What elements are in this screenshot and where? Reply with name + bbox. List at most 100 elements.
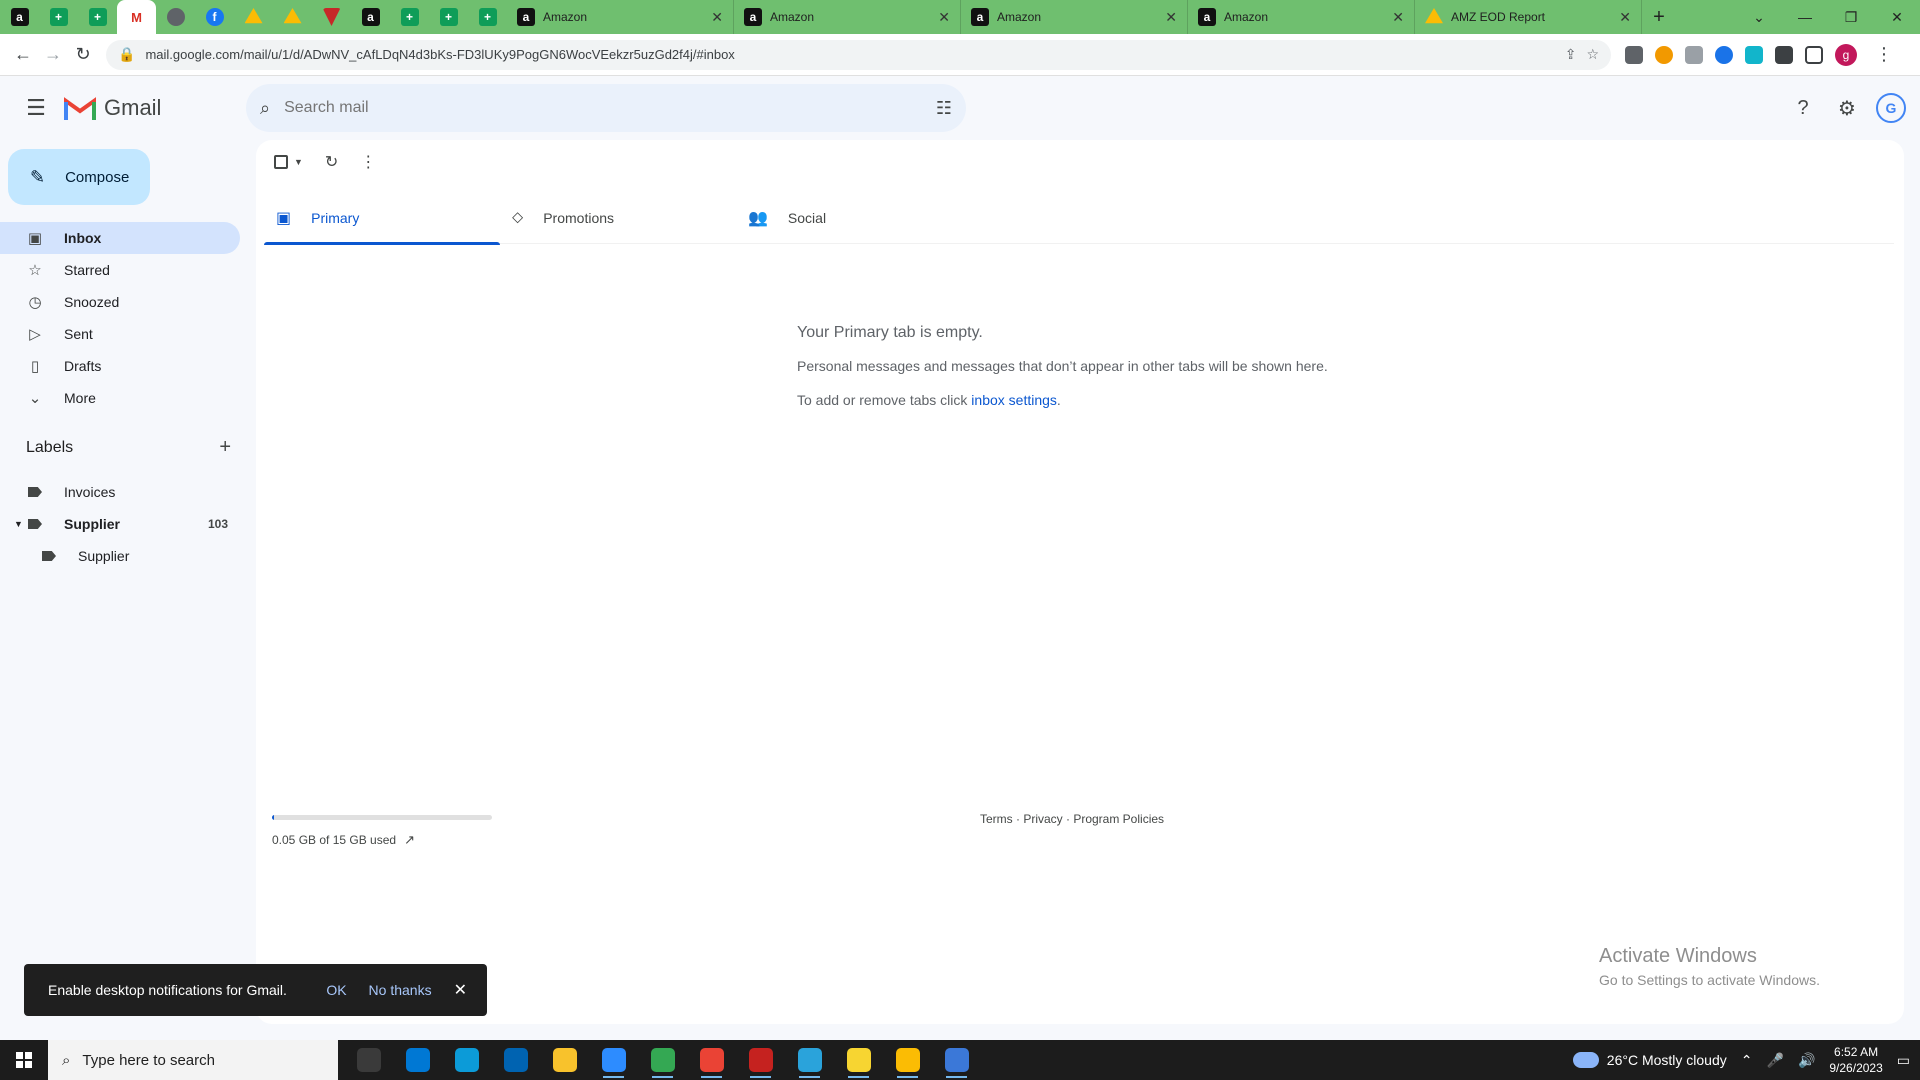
select-dropdown-icon[interactable]: ▼ — [294, 157, 303, 167]
tab-close-icon[interactable]: ✕ — [1165, 9, 1177, 26]
tab-close-icon[interactable]: ✕ — [711, 9, 723, 26]
pinned-tab[interactable] — [156, 0, 195, 34]
taskbar-app[interactable] — [442, 1040, 491, 1080]
snackbar-no-thanks-button[interactable]: No thanks — [369, 982, 432, 998]
new-tab-button[interactable]: + — [1642, 6, 1676, 29]
search-options-icon[interactable]: ☷ — [936, 98, 952, 119]
taskbar-app[interactable] — [491, 1040, 540, 1080]
sidebar-item-drafts[interactable]: ▯ Drafts — [0, 350, 240, 382]
pinned-tab[interactable] — [234, 0, 273, 34]
clock[interactable]: 6:52 AM 9/26/2023 — [1829, 1044, 1882, 1076]
search-input[interactable] — [284, 99, 922, 117]
pinned-tab[interactable]: + — [429, 0, 468, 34]
minimize-button[interactable]: — — [1782, 0, 1828, 34]
taskbar-app[interactable] — [736, 1040, 785, 1080]
tab-search-icon[interactable]: ⌄ — [1736, 0, 1782, 34]
close-window-button[interactable]: ✕ — [1874, 0, 1920, 34]
settings-gear-icon[interactable]: ⚙ — [1832, 93, 1862, 123]
inbox-settings-link[interactable]: inbox settings — [971, 392, 1057, 408]
gmail-logo[interactable]: Gmail — [64, 95, 246, 121]
pinned-tab[interactable]: a — [0, 0, 39, 34]
pinned-tab[interactable]: + — [39, 0, 78, 34]
extension-icon[interactable] — [1655, 45, 1673, 64]
sidebar-item-more[interactable]: ⌄ More — [0, 382, 240, 414]
notifications-icon[interactable]: ▭ — [1897, 1052, 1910, 1069]
close-icon[interactable]: ✕ — [454, 980, 467, 1000]
select-all-checkbox[interactable]: ▼ — [274, 155, 303, 169]
sidebar-item-snoozed[interactable]: ◷ Snoozed — [0, 286, 240, 318]
taskbar-app[interactable] — [883, 1040, 932, 1080]
extension-icon[interactable] — [1715, 45, 1733, 64]
profile-avatar[interactable]: g — [1835, 43, 1857, 66]
browser-tab[interactable]: a Amazon ✕ — [961, 0, 1188, 34]
taskbar-app[interactable] — [540, 1040, 589, 1080]
tab-primary[interactable]: ▣ Primary — [264, 192, 500, 245]
search-icon[interactable]: ⌕ — [260, 98, 270, 119]
taskbar-app[interactable] — [834, 1040, 883, 1080]
pinned-tab[interactable]: a — [351, 0, 390, 34]
puzzle-icon[interactable] — [1775, 45, 1793, 64]
bookmark-star-icon[interactable]: ☆ — [1586, 46, 1599, 63]
pinned-tab[interactable]: f — [195, 0, 234, 34]
weather-widget[interactable]: 26°C Mostly cloudy — [1572, 1052, 1727, 1068]
restore-button[interactable]: ❐ — [1828, 0, 1874, 34]
volume-icon[interactable]: 🔊 — [1798, 1052, 1815, 1069]
taskbar-app[interactable] — [393, 1040, 442, 1080]
collapse-caret-icon[interactable]: ▼ — [14, 519, 23, 529]
main-menu-icon[interactable]: ☰ — [12, 84, 60, 132]
snackbar-ok-button[interactable]: OK — [326, 982, 346, 998]
pinned-tab[interactable]: M — [117, 0, 156, 34]
pinned-tab[interactable]: + — [390, 0, 429, 34]
tab-social[interactable]: 👥 Social — [736, 192, 972, 244]
url-text[interactable]: mail.google.com/mail/u/1/d/ADwNV_cAfLDqN… — [145, 47, 1554, 62]
footer-links[interactable]: Terms · Privacy · Program Policies — [980, 812, 1164, 826]
refresh-icon[interactable]: ↻ — [325, 152, 338, 172]
extension-icon[interactable] — [1745, 45, 1763, 64]
compose-button[interactable]: ✎ Compose — [8, 149, 150, 205]
label-item-supplier[interactable]: ▼ Supplier 103 — [0, 508, 240, 540]
tab-close-icon[interactable]: ✕ — [1392, 9, 1404, 26]
kebab-menu-icon[interactable]: ⋮ — [1869, 40, 1899, 70]
extension-icon[interactable] — [1685, 45, 1703, 64]
share-icon[interactable]: ⇪ — [1565, 46, 1577, 63]
address-bar[interactable]: 🔒 mail.google.com/mail/u/1/d/ADwNV_cAfLD… — [106, 39, 1611, 70]
checkbox-icon[interactable] — [274, 155, 288, 169]
pinned-tab[interactable] — [312, 0, 351, 34]
browser-tab[interactable]: a Amazon ✕ — [1188, 0, 1415, 34]
forward-button[interactable]: → — [38, 40, 68, 70]
microphone-icon[interactable]: 🎤 — [1767, 1052, 1784, 1069]
lock-icon[interactable]: 🔒 — [118, 46, 135, 63]
sidebar-item-sent[interactable]: ▷ Sent — [0, 318, 240, 350]
taskbar-app[interactable] — [932, 1040, 981, 1080]
chevron-up-icon[interactable]: ⌃ — [1741, 1052, 1753, 1069]
tab-promotions[interactable]: ⬦ Promotions — [500, 192, 736, 244]
pinned-tab[interactable] — [273, 0, 312, 34]
label-item-invoices[interactable]: Invoices — [0, 476, 240, 508]
side-panel-icon[interactable] — [1805, 45, 1823, 64]
taskbar-app[interactable] — [589, 1040, 638, 1080]
pinned-tab[interactable]: + — [78, 0, 117, 34]
tab-close-icon[interactable]: ✕ — [1619, 9, 1631, 26]
browser-tab[interactable]: AMZ EOD Report ✕ — [1415, 0, 1642, 34]
taskbar-app[interactable] — [785, 1040, 834, 1080]
pinned-tab[interactable]: + — [468, 0, 507, 34]
label-item-supplier-sub[interactable]: Supplier — [0, 540, 240, 572]
tab-close-icon[interactable]: ✕ — [938, 9, 950, 26]
reload-button[interactable]: ↻ — [68, 40, 98, 70]
external-link-icon[interactable]: ↗ — [404, 832, 415, 848]
start-button[interactable] — [0, 1040, 48, 1080]
taskbar-app[interactable] — [687, 1040, 736, 1080]
back-button[interactable]: ← — [8, 40, 38, 70]
help-icon[interactable]: ? — [1788, 93, 1818, 123]
create-label-icon[interactable]: + — [219, 436, 231, 459]
taskbar-app[interactable] — [638, 1040, 687, 1080]
taskbar-search[interactable]: ⌕ Type here to search — [48, 1040, 338, 1080]
sidebar-item-inbox[interactable]: ▣ Inbox — [0, 222, 240, 254]
account-avatar[interactable]: G — [1876, 93, 1906, 123]
more-options-icon[interactable]: ⋮ — [360, 152, 376, 172]
sidebar-item-starred[interactable]: ☆ Starred — [0, 254, 240, 286]
extension-icon[interactable] — [1625, 45, 1643, 64]
search-bar[interactable]: ⌕ ☷ — [246, 84, 966, 132]
browser-tab[interactable]: a Amazon ✕ — [507, 0, 734, 34]
taskbar-app[interactable] — [344, 1040, 393, 1080]
